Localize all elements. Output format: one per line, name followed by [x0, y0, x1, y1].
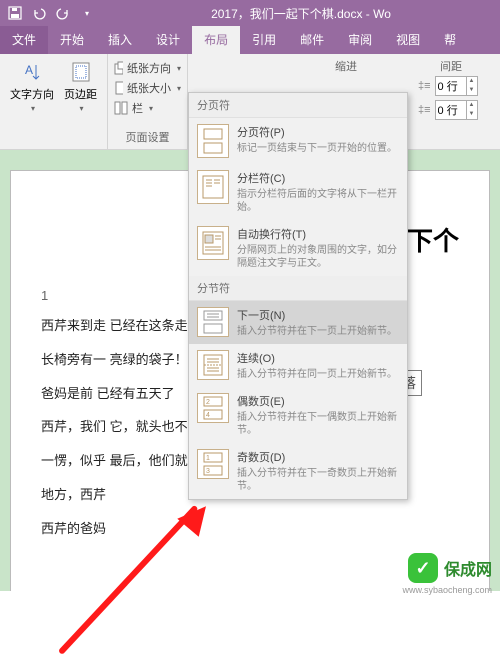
tab-file[interactable]: 文件 [0, 26, 48, 54]
item-column-break[interactable]: 分栏符(C)指示分栏符后面的文字将从下一栏开始。 [189, 164, 407, 220]
even-page-icon: 24 [197, 393, 229, 423]
breaks-dropdown: 分页符 分页符(P)标记一页结束与下一页开始的位置。 分栏符(C)指示分栏符后面… [188, 92, 408, 500]
undo-button[interactable] [28, 2, 50, 24]
item-continuous[interactable]: 连续(O)插入分节符并在同一页上开始新节。 [189, 344, 407, 387]
text-direction-button[interactable]: A 文字方向 ▾ [6, 58, 58, 115]
tab-layout[interactable]: 布局 [192, 26, 240, 54]
spacing-after-icon: ‡≡ [418, 104, 431, 116]
tab-home[interactable]: 开始 [48, 26, 96, 54]
qat-more-button[interactable]: ▾ [76, 2, 98, 24]
svg-text:A: A [25, 63, 33, 77]
watermark: ✓ 保成网 [408, 553, 492, 583]
spacing-before-input[interactable]: ▲▼ [435, 76, 478, 96]
columns-button[interactable]: 栏▾ [114, 98, 181, 118]
window-title: 2017，我们一起下个棋.docx - Wo [102, 5, 500, 22]
svg-text:3: 3 [206, 468, 210, 475]
spacing-before-icon: ‡≡ [418, 80, 431, 92]
svg-text:2: 2 [206, 399, 210, 406]
paragraph: 西芹的爸妈 [41, 512, 459, 546]
item-odd-page[interactable]: 13 奇数页(D)插入分节符并在下一奇数页上开始新节。 [189, 443, 407, 499]
tab-references[interactable]: 引用 [240, 26, 288, 54]
item-next-page[interactable]: 下一页(N)插入分节符并在下一页上开始新节。 [189, 301, 407, 344]
chevron-down-icon: ▾ [79, 104, 83, 113]
item-even-page[interactable]: 24 偶数页(E)插入分节符并在下一偶数页上开始新节。 [189, 387, 407, 443]
item-page-break[interactable]: 分页符(P)标记一页结束与下一页开始的位置。 [189, 118, 407, 164]
page-break-icon [197, 124, 229, 158]
dropdown-section-sectionbreaks: 分节符 [189, 276, 407, 301]
tab-view[interactable]: 视图 [384, 26, 432, 54]
item-text-wrap-break[interactable]: 自动换行符(T)分隔网页上的对象周围的文字，如分隔题注文字与正文。 [189, 220, 407, 276]
indent-label: 缩进 [335, 58, 357, 74]
orientation-button[interactable]: 纸张方向▾ [114, 58, 181, 78]
size-button[interactable]: 纸张大小▾ [114, 78, 181, 98]
svg-text:4: 4 [206, 412, 210, 419]
text-wrap-icon [197, 226, 229, 260]
quick-access-toolbar: ▾ [0, 2, 102, 24]
tab-design[interactable]: 设计 [144, 26, 192, 54]
tab-insert[interactable]: 插入 [96, 26, 144, 54]
group-page-setup: A 文字方向 ▾ 页边距 ▾ [0, 54, 108, 149]
next-page-icon [197, 307, 229, 337]
svg-text:1: 1 [206, 455, 210, 462]
group-page-setup-2: 纸张方向▾ 纸张大小▾ 栏▾ 页面设置 [108, 54, 188, 149]
dropdown-section-pagebreaks: 分页符 [189, 93, 407, 118]
tab-review[interactable]: 审阅 [336, 26, 384, 54]
odd-page-icon: 13 [197, 449, 229, 479]
tab-mailings[interactable]: 邮件 [288, 26, 336, 54]
continuous-icon [197, 350, 229, 380]
redo-button[interactable] [52, 2, 74, 24]
column-break-icon [197, 170, 229, 204]
chevron-down-icon: ▾ [31, 104, 35, 113]
group-label-page-setup: 页面设置 [114, 127, 181, 145]
watermark-text: 保成网 [444, 556, 492, 580]
spacing-label: 间距 [440, 58, 462, 74]
spacing-after-input[interactable]: ▲▼ [435, 100, 478, 120]
watermark-badge-icon: ✓ [408, 553, 438, 583]
titlebar: ▾ 2017，我们一起下个棋.docx - Wo [0, 0, 500, 26]
ribbon-tabs: 文件 开始 插入 设计 布局 引用 邮件 审阅 视图 帮 [0, 26, 500, 54]
margins-button[interactable]: 页边距 ▾ [60, 58, 101, 115]
watermark-url: www.sybaocheng.com [402, 585, 492, 595]
save-button[interactable] [4, 2, 26, 24]
tab-help[interactable]: 帮 [432, 26, 468, 54]
